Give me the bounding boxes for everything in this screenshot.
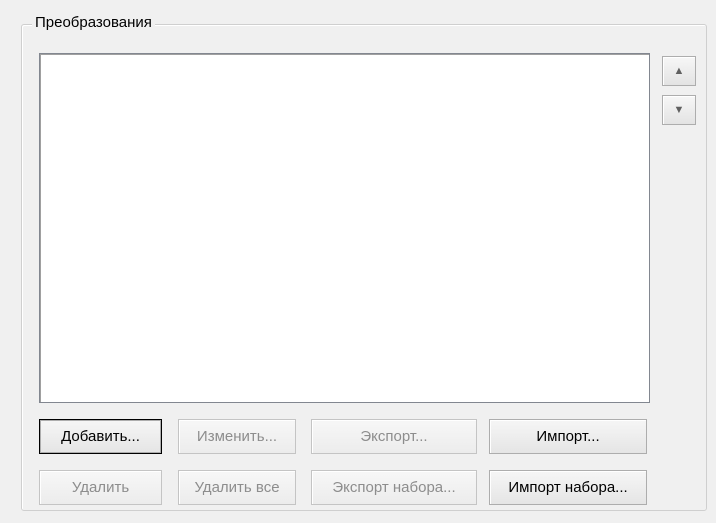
edit-button[interactable]: Изменить... — [178, 419, 296, 454]
delete-all-button[interactable]: Удалить все — [178, 470, 296, 505]
export-set-button[interactable]: Экспорт набора... — [311, 470, 477, 505]
add-button[interactable]: Добавить... — [39, 419, 162, 454]
import-set-button[interactable]: Импорт набора... — [489, 470, 647, 505]
transformations-list[interactable] — [39, 53, 650, 403]
arrow-up-icon: ▲ — [673, 65, 685, 77]
groupbox-title: Преобразования — [32, 13, 155, 33]
move-down-button[interactable]: ▼ — [662, 95, 696, 125]
delete-button[interactable]: Удалить — [39, 470, 162, 505]
transformations-panel: Преобразования ▲ ▼ Добавить... Изменить.… — [0, 0, 716, 523]
export-button[interactable]: Экспорт... — [311, 419, 477, 454]
arrow-down-icon: ▼ — [673, 104, 685, 116]
import-button[interactable]: Импорт... — [489, 419, 647, 454]
move-up-button[interactable]: ▲ — [662, 56, 696, 86]
